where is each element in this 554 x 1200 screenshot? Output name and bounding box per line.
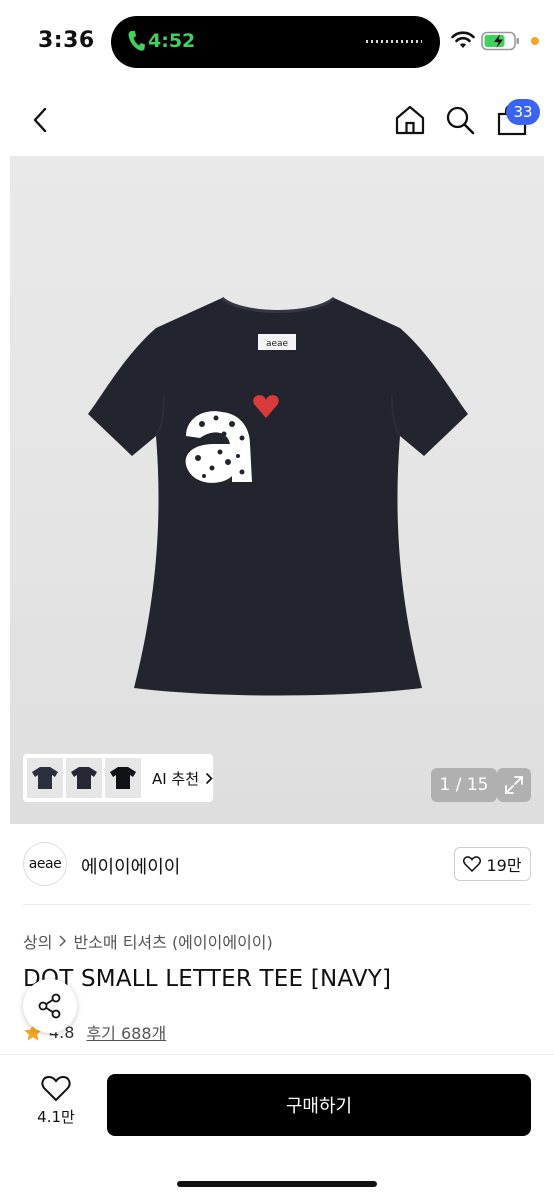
back-button[interactable]: [20, 100, 60, 140]
search-icon: [446, 106, 475, 135]
call-waveform: [366, 40, 422, 43]
cart-count-badge: 33: [506, 99, 540, 125]
ai-recommend-label: AI 추천: [151, 769, 200, 788]
thumbnail-2[interactable]: [65, 758, 102, 798]
call-duration: 4:52: [148, 30, 196, 52]
brand-logo[interactable]: aeae: [23, 842, 67, 886]
brand-like-count: 19만: [486, 856, 522, 875]
share-icon: [38, 993, 61, 1019]
breadcrumb-subcategory[interactable]: 반소매 티셔츠 (에이이에이이): [73, 929, 272, 953]
phone-icon: [128, 31, 145, 51]
share-button[interactable]: [23, 979, 77, 1033]
top-nav-bar: [0, 92, 554, 148]
review-count-link[interactable]: 후기 688개: [86, 1020, 166, 1044]
expand-image-button[interactable]: [497, 768, 531, 802]
heart-outline-icon: [41, 1075, 71, 1102]
breadcrumb: 상의 반소매 티셔츠 (에이이에이이): [23, 929, 273, 953]
search-button[interactable]: [440, 100, 480, 140]
chevron-left-icon: [33, 107, 47, 133]
status-time: 3:36: [38, 28, 95, 53]
chevron-right-icon: [205, 772, 213, 784]
brand-name[interactable]: 에이이에이이: [81, 853, 180, 879]
chevron-right-icon: [59, 935, 67, 947]
brand-row: aeae 에이이에이이 19만: [0, 836, 554, 894]
product-image-carousel[interactable]: aeae AI 추천 1 / 15: [10, 156, 544, 824]
wifi-icon: [451, 31, 475, 48]
thumbnail-1[interactable]: [27, 758, 63, 798]
bottom-action-bar: 4.1만 구매하기: [0, 1054, 554, 1200]
wishlist-count: 4.1만: [37, 1108, 75, 1126]
privacy-indicator-dot: [531, 37, 539, 45]
home-indicator: [177, 1181, 377, 1187]
product-title: DOT SMALL LETTER TEE [NAVY]: [23, 966, 392, 992]
heart-outline-icon: [463, 856, 482, 872]
active-call-pill[interactable]: 4:52: [111, 16, 440, 68]
product-tshirt-image: aeae: [88, 296, 468, 696]
brand-like-button[interactable]: 19만: [454, 847, 531, 881]
section-divider: [23, 904, 531, 905]
buy-button[interactable]: 구매하기: [107, 1074, 531, 1136]
status-bar: 3:36 4:52: [0, 0, 554, 84]
thumbnail-3[interactable]: [104, 758, 141, 798]
expand-icon: [505, 776, 523, 794]
home-icon: [395, 105, 425, 135]
breadcrumb-category[interactable]: 상의: [23, 929, 52, 953]
ai-recommend-link[interactable]: AI 추천: [152, 768, 213, 789]
thumbnail-strip: AI 추천: [23, 754, 213, 802]
battery-charging-icon: [481, 31, 519, 51]
wishlist-button[interactable]: 4.1만: [28, 1075, 84, 1127]
tee-neck-label: aeae: [266, 339, 289, 349]
image-page-indicator: 1 / 15: [431, 768, 497, 802]
home-button[interactable]: [390, 100, 430, 140]
